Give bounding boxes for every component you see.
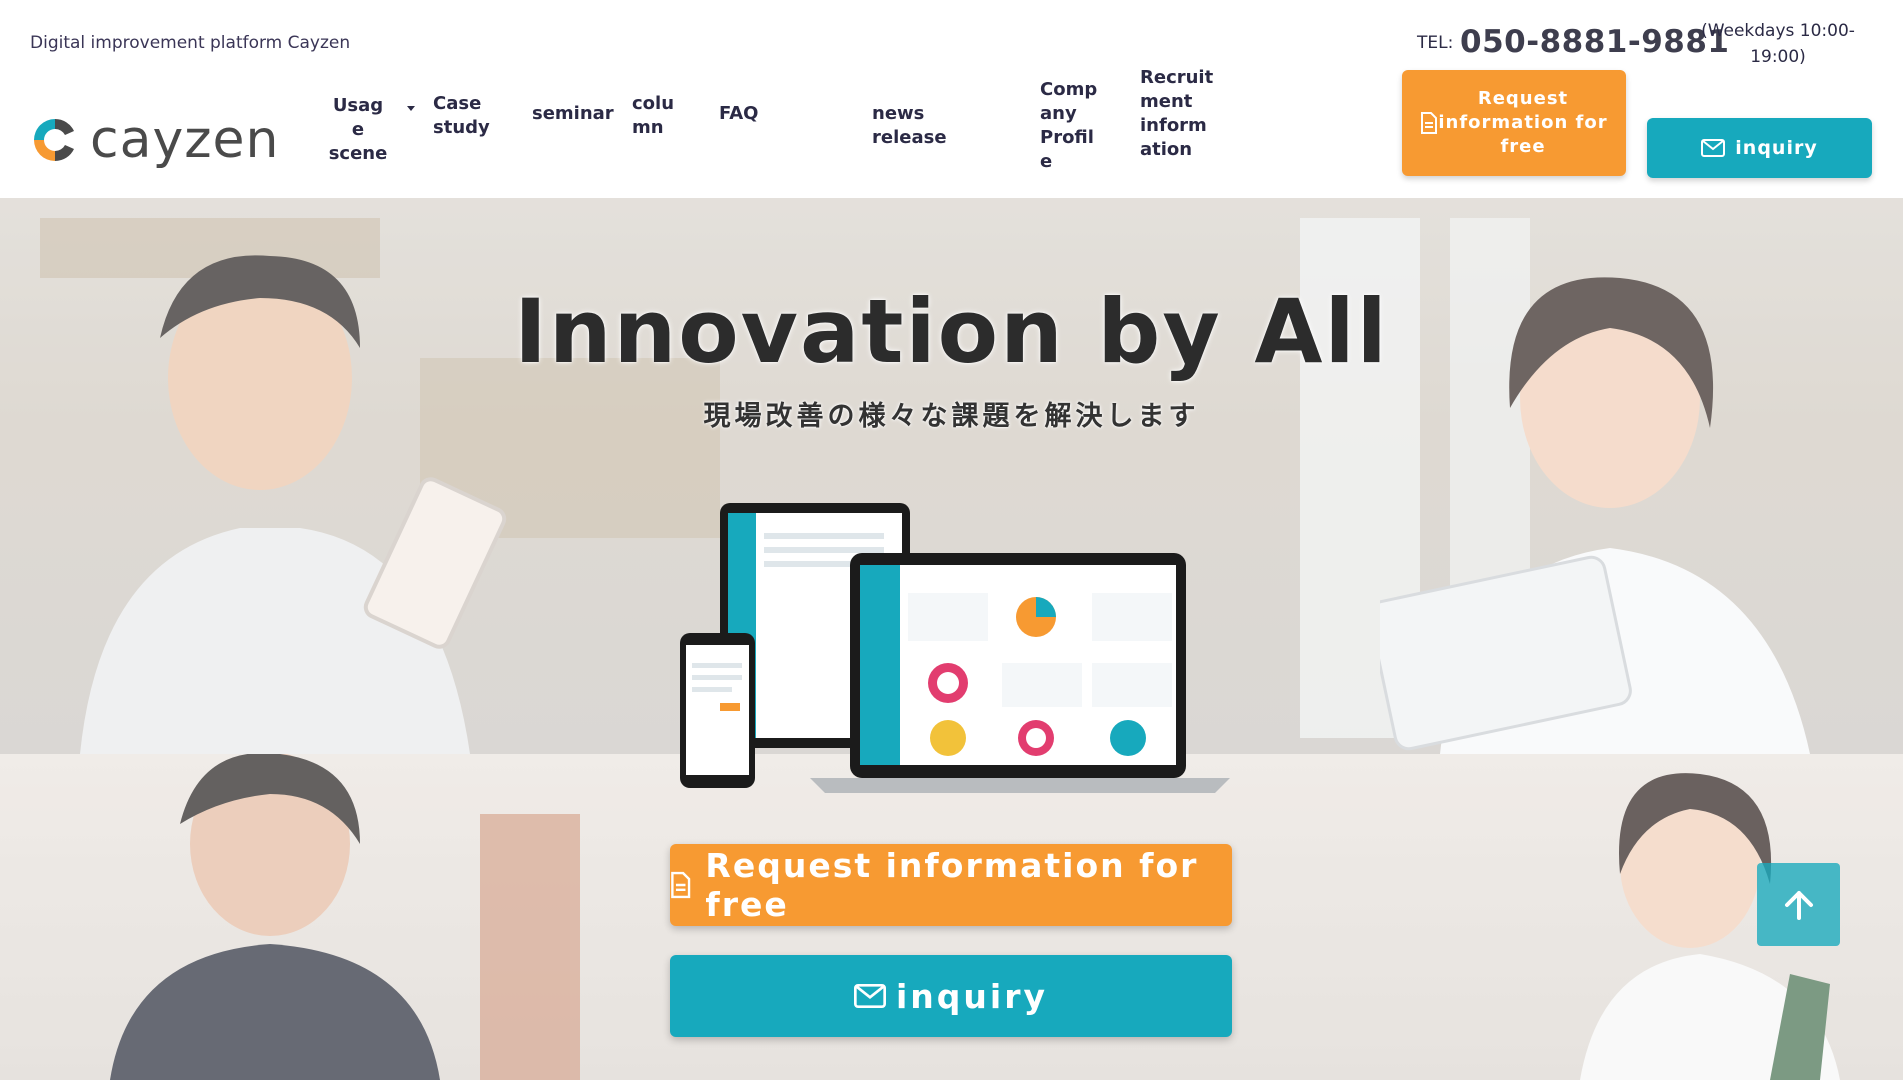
mail-icon bbox=[1701, 139, 1726, 157]
nav-recruitment[interactable]: Recruitment information bbox=[1140, 66, 1216, 162]
devices-mockup-image bbox=[680, 503, 1230, 793]
arrow-up-icon bbox=[1784, 890, 1813, 920]
scroll-to-top-button[interactable] bbox=[1757, 863, 1840, 946]
tel-hours: (Weekdays 10:00-19:00) bbox=[1701, 21, 1855, 67]
document-icon bbox=[1421, 112, 1437, 134]
nav-news-release[interactable]: news release bbox=[872, 102, 947, 150]
hero-inquiry-button[interactable]: inquiry bbox=[670, 955, 1232, 1037]
mail-icon bbox=[853, 984, 886, 1008]
hero-request-info-label: Request information for free bbox=[705, 846, 1199, 924]
nav-company-profile[interactable]: Company Profile bbox=[1040, 78, 1104, 174]
request-info-button[interactable]: Request information for free bbox=[1402, 70, 1626, 176]
document-icon bbox=[671, 871, 691, 899]
logo-text: cayzen bbox=[90, 110, 280, 170]
inquiry-button[interactable]: inquiry bbox=[1647, 118, 1872, 178]
nav-case-study[interactable]: Case study bbox=[433, 92, 499, 140]
tel-label: TEL: bbox=[1417, 33, 1454, 53]
tel-number[interactable]: 050-8881-9881 bbox=[1460, 24, 1730, 60]
logo[interactable]: cayzen bbox=[30, 112, 279, 168]
hero-section: Innovation by All 現場改善の様々な課題を解決します Reque… bbox=[0, 198, 1903, 1080]
site-tagline: Digital improvement platform Cayzen bbox=[30, 33, 351, 53]
nav-faq[interactable]: FAQ bbox=[719, 102, 758, 126]
hero-request-info-button[interactable]: Request information for free bbox=[670, 844, 1232, 926]
site-header: Digital improvement platform Cayzen cayz… bbox=[0, 0, 1903, 198]
nav-seminar[interactable]: seminar bbox=[532, 102, 614, 126]
inquiry-button-label: inquiry bbox=[1735, 137, 1818, 159]
hero-title: Innovation by All bbox=[514, 280, 1389, 383]
nav-column[interactable]: column bbox=[632, 92, 692, 140]
cayzen-logo-icon bbox=[34, 118, 74, 162]
nav-usage-scene[interactable]: Usage scene bbox=[327, 94, 389, 166]
chevron-down-icon[interactable] bbox=[407, 106, 415, 111]
request-info-button-label: Request information for free bbox=[1438, 88, 1608, 157]
hero-subtitle: 現場改善の様々な課題を解決します bbox=[703, 401, 1200, 432]
hero-inquiry-label: inquiry bbox=[895, 976, 1049, 1016]
